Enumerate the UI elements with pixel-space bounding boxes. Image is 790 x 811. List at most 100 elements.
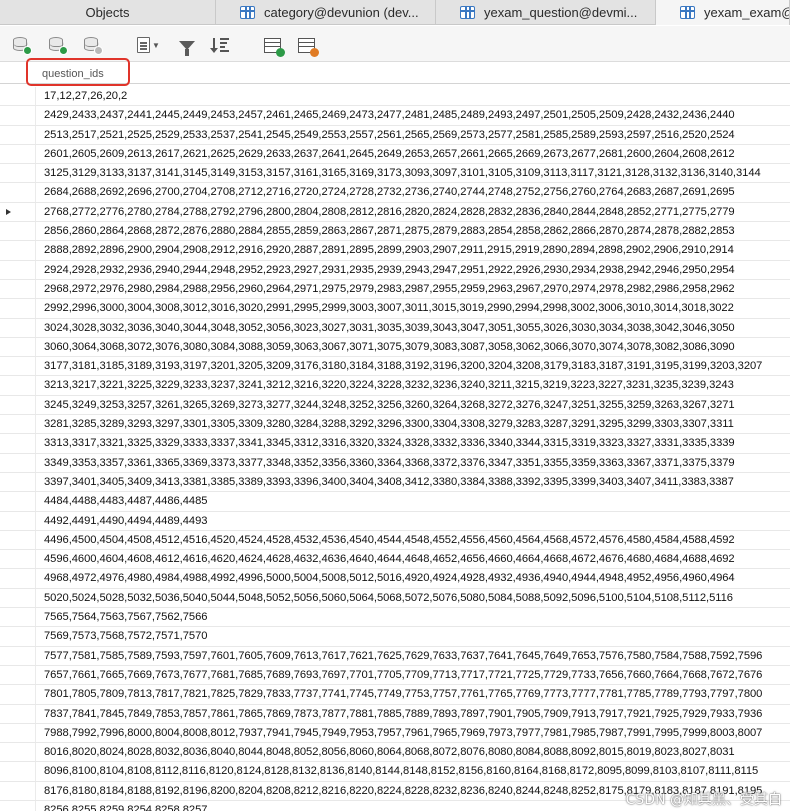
question-ids-cell[interactable]: 8256,8255,8259,8254,8258,8257 [44, 804, 207, 811]
row-indicator[interactable] [0, 627, 36, 646]
question-ids-cell[interactable]: 4968,4972,4976,4980,4984,4988,4992,4996,… [44, 572, 735, 584]
question-ids-cell[interactable]: 3313,3317,3321,3325,3329,3333,3337,3341,… [44, 437, 735, 449]
question-ids-cell[interactable]: 7837,7841,7845,7849,7853,7857,7861,7865,… [44, 708, 762, 720]
question-ids-cell[interactable]: 2968,2972,2976,2980,2984,2988,2956,2960,… [44, 283, 735, 295]
export-button[interactable] [298, 36, 319, 57]
question-ids-cell[interactable]: 5020,5024,5028,5032,5036,5040,5044,5048,… [44, 592, 733, 604]
table-row[interactable]: 7988,7992,7996,8000,8004,8008,8012,7937,… [0, 723, 790, 744]
row-indicator[interactable] [0, 588, 36, 607]
table-row[interactable]: 2601,2605,2609,2613,2617,2621,2625,2629,… [0, 144, 790, 165]
row-indicator[interactable] [0, 144, 36, 164]
question-ids-cell[interactable]: 4492,4491,4490,4494,4489,4493 [44, 515, 207, 527]
table-row[interactable]: 7801,7805,7809,7813,7817,7821,7825,7829,… [0, 685, 790, 705]
text-view-button[interactable]: ▼ [137, 36, 160, 54]
row-indicator[interactable] [0, 646, 36, 665]
question-ids-cell[interactable]: 2924,2928,2932,2936,2940,2944,2948,2952,… [44, 264, 735, 276]
tab-yexam-question[interactable]: yexam_question@devmi... [436, 0, 656, 25]
question-ids-cell[interactable]: 2856,2860,2864,2868,2872,2876,2880,2884,… [44, 225, 735, 237]
tab-yexam-exam[interactable]: yexam_exam@dev [656, 0, 790, 25]
table-row[interactable]: 7657,7661,7665,7669,7673,7677,7681,7685,… [0, 665, 790, 686]
table-row[interactable]: 3024,3028,3032,3036,3040,3044,3048,3052,… [0, 318, 790, 338]
apply-changes-button[interactable] [48, 36, 68, 55]
tab-objects[interactable]: Objects [0, 0, 216, 25]
question-ids-cell[interactable]: 7565,7564,7563,7567,7562,7566 [44, 611, 207, 623]
question-ids-cell[interactable]: 3281,3285,3289,3293,3297,3301,3305,3309,… [44, 418, 734, 430]
table-row[interactable]: 2924,2928,2932,2936,2940,2944,2948,2952,… [0, 260, 790, 280]
table-row[interactable]: 3125,3129,3133,3137,3141,3145,3149,3153,… [0, 164, 790, 184]
table-row[interactable]: 7565,7564,7563,7567,7562,7566 [0, 608, 790, 628]
row-indicator[interactable] [0, 183, 36, 202]
table-row[interactable]: 8016,8020,8024,8028,8032,8036,8040,8044,… [0, 743, 790, 763]
question-ids-cell[interactable]: 3213,3217,3221,3225,3229,3233,3237,3241,… [44, 379, 734, 391]
import-button[interactable] [264, 36, 285, 57]
row-indicator[interactable] [0, 453, 36, 472]
row-indicator[interactable] [0, 106, 36, 125]
table-row[interactable]: 4596,4600,4604,4608,4612,4616,4620,4624,… [0, 550, 790, 570]
question-ids-cell[interactable]: 7988,7992,7996,8000,8004,8008,8012,7937,… [44, 727, 762, 739]
question-ids-cell[interactable]: 2429,2433,2437,2441,2445,2449,2453,2457,… [44, 109, 735, 121]
row-indicator[interactable] [0, 125, 36, 144]
table-row[interactable]: 2888,2892,2896,2900,2904,2908,2912,2916,… [0, 241, 790, 261]
add-record-button[interactable] [12, 36, 32, 55]
table-row[interactable]: 7577,7581,7585,7589,7593,7597,7601,7605,… [0, 646, 790, 666]
row-indicator[interactable] [0, 530, 36, 550]
question-ids-cell[interactable]: 17,12,27,26,20,2 [44, 90, 127, 102]
table-row[interactable]: 4968,4972,4976,4980,4984,4988,4992,4996,… [0, 569, 790, 589]
row-indicator[interactable] [0, 608, 36, 627]
question-ids-cell[interactable]: 3397,3401,3405,3409,3413,3381,3385,3389,… [44, 476, 734, 488]
question-ids-cell[interactable]: 2684,2688,2692,2696,2700,2704,2708,2712,… [44, 186, 735, 198]
row-indicator[interactable] [0, 550, 36, 569]
tab-category[interactable]: category@devunion (dev... [216, 0, 436, 25]
row-indicator[interactable] [0, 492, 36, 511]
row-indicator[interactable] [0, 260, 36, 279]
data-grid[interactable]: 17,12,27,26,20,2 2429,2433,2437,2441,2445… [0, 87, 790, 811]
table-row[interactable]: 4492,4491,4490,4494,4489,4493 [0, 511, 790, 531]
table-row[interactable]: 2856,2860,2864,2868,2872,2876,2880,2884,… [0, 222, 790, 242]
row-indicator[interactable] [0, 376, 36, 395]
row-indicator[interactable] [0, 299, 36, 318]
question-ids-cell[interactable]: 2601,2605,2609,2613,2617,2621,2625,2629,… [44, 148, 735, 160]
question-ids-cell[interactable]: 3024,3028,3032,3036,3040,3044,3048,3052,… [44, 322, 735, 334]
row-indicator[interactable] [0, 762, 36, 781]
row-indicator[interactable] [0, 241, 36, 260]
table-row[interactable]: 2992,2996,3000,3004,3008,3012,3016,3020,… [0, 299, 790, 319]
row-indicator[interactable] [0, 685, 36, 704]
table-row[interactable]: 2968,2972,2976,2980,2984,2988,2956,2960,… [0, 279, 790, 300]
table-row[interactable]: 3349,3353,3357,3361,3365,3369,3373,3377,… [0, 453, 790, 473]
table-row[interactable]: 3177,3181,3185,3189,3193,3197,3201,3205,… [0, 357, 790, 377]
question-ids-cell[interactable]: 3245,3249,3253,3257,3261,3265,3269,3273,… [44, 399, 735, 411]
table-row[interactable]: 3060,3064,3068,3072,3076,3080,3084,3088,… [0, 337, 790, 358]
table-row[interactable]: 5020,5024,5028,5032,5036,5040,5044,5048,… [0, 588, 790, 609]
question-ids-cell[interactable]: 7569,7573,7568,7572,7571,7570 [44, 630, 207, 642]
row-indicator[interactable] [0, 222, 36, 241]
table-row[interactable]: 4484,4488,4483,4487,4486,4485 [0, 492, 790, 512]
table-row[interactable]: 3281,3285,3289,3293,3297,3301,3305,3309,… [0, 415, 790, 435]
row-indicator[interactable] [0, 357, 36, 376]
question-ids-cell[interactable]: 8096,8100,8104,8108,8112,8116,8120,8124,… [44, 765, 758, 777]
row-indicator[interactable] [0, 743, 36, 762]
question-ids-cell[interactable]: 2513,2517,2521,2525,2529,2533,2537,2541,… [44, 129, 735, 141]
table-row[interactable]: 3397,3401,3405,3409,3413,3381,3385,3389,… [0, 472, 790, 493]
table-row[interactable]: 7569,7573,7568,7572,7571,7570 [0, 627, 790, 647]
question-ids-cell[interactable]: 7577,7581,7585,7589,7593,7597,7601,7605,… [44, 650, 762, 662]
question-ids-cell[interactable]: 3125,3129,3133,3137,3141,3145,3149,3153,… [44, 167, 761, 179]
row-indicator[interactable] [0, 395, 36, 415]
row-indicator[interactable] [0, 665, 36, 685]
question-ids-cell[interactable]: 3349,3353,3357,3361,3365,3369,3373,3377,… [44, 457, 735, 469]
row-indicator[interactable] [0, 781, 36, 800]
table-row[interactable]: 2768,2772,2776,2780,2784,2788,2792,2796,… [0, 202, 790, 223]
row-indicator[interactable] [0, 318, 36, 337]
question-ids-cell[interactable]: 3060,3064,3068,3072,3076,3080,3084,3088,… [44, 341, 735, 353]
question-ids-cell[interactable]: 4484,4488,4483,4487,4486,4485 [44, 495, 207, 507]
row-indicator[interactable] [0, 434, 36, 453]
table-row[interactable]: 2513,2517,2521,2525,2529,2533,2537,2541,… [0, 125, 790, 145]
table-row[interactable]: 4496,4500,4504,4508,4512,4516,4520,4524,… [0, 530, 790, 551]
row-indicator[interactable] [0, 723, 36, 743]
row-indicator[interactable] [0, 704, 36, 723]
question-ids-cell[interactable]: 2992,2996,3000,3004,3008,3012,3016,3020,… [44, 302, 734, 314]
table-row[interactable]: 17,12,27,26,20,2 [0, 87, 790, 107]
sort-button[interactable] [210, 36, 230, 54]
table-row[interactable]: 8096,8100,8104,8108,8112,8116,8120,8124,… [0, 762, 790, 782]
row-indicator[interactable] [0, 415, 36, 434]
table-row[interactable]: 3313,3317,3321,3325,3329,3333,3337,3341,… [0, 434, 790, 454]
